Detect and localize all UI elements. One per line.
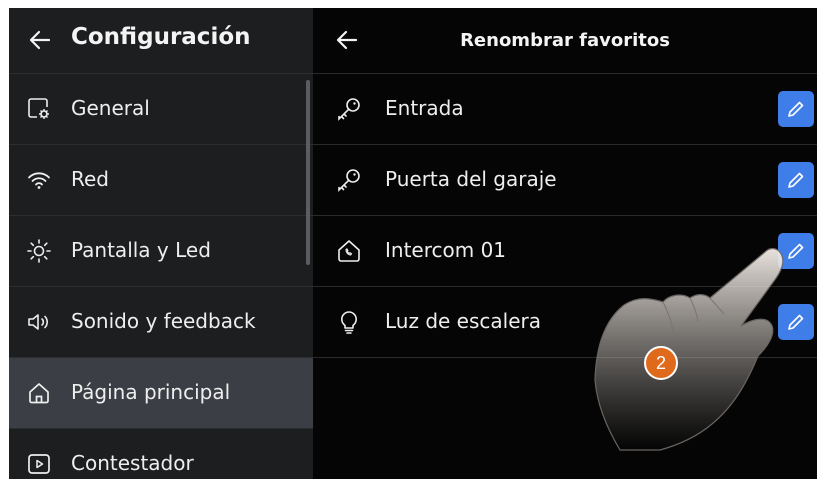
speaker-icon bbox=[28, 314, 48, 330]
menu-item-red[interactable]: Red bbox=[9, 145, 313, 216]
edit-button[interactable] bbox=[778, 233, 814, 269]
favorite-label: Entrada bbox=[385, 96, 464, 120]
wifi-icon bbox=[28, 172, 50, 189]
play-box-icon bbox=[28, 454, 50, 474]
favorite-item-garaje: Puerta del garaje bbox=[313, 145, 817, 216]
menu-item-sonido[interactable]: Sonido y feedback bbox=[9, 287, 313, 358]
rename-title: Renombrar favoritos bbox=[460, 30, 670, 51]
pencil-icon bbox=[788, 172, 804, 188]
menu-item-contestador[interactable]: Contestador bbox=[9, 429, 313, 479]
edit-button[interactable] bbox=[778, 91, 814, 127]
step-number-badge: 2 bbox=[644, 346, 678, 380]
lightbulb-icon bbox=[340, 311, 358, 334]
menu-item-pagina-principal[interactable]: Página principal bbox=[9, 358, 313, 429]
menu-item-general[interactable]: General bbox=[9, 74, 313, 145]
edit-button[interactable] bbox=[778, 162, 814, 198]
menu-item-pantalla[interactable]: Pantalla y Led bbox=[9, 216, 313, 287]
favorite-label: Intercom 01 bbox=[385, 238, 507, 262]
key-icon bbox=[338, 98, 360, 121]
sun-icon bbox=[27, 239, 51, 263]
rename-favorites-panel: Renombrar favoritos Entrada Puerta del g… bbox=[313, 8, 817, 479]
device-screen: Configuración General Red Pantalla y Led bbox=[9, 8, 817, 479]
favorite-label: Puerta del garaje bbox=[385, 167, 557, 191]
settings-menu: Configuración General Red Pantalla y Led bbox=[9, 8, 313, 479]
pencil-icon bbox=[788, 243, 804, 259]
intercom-icon bbox=[338, 240, 360, 262]
menu-scrollbar[interactable] bbox=[306, 80, 310, 265]
menu-item-label: Sonido y feedback bbox=[71, 309, 256, 333]
pencil-icon bbox=[788, 101, 804, 117]
menu-item-label: Pantalla y Led bbox=[71, 238, 211, 262]
menu-item-label: Contestador bbox=[71, 451, 194, 475]
favorite-item-intercom: Intercom 01 bbox=[313, 216, 817, 287]
menu-item-label: Página principal bbox=[71, 380, 231, 404]
favorite-item-luz: Luz de escalera bbox=[313, 287, 817, 358]
rename-header: Renombrar favoritos bbox=[313, 8, 817, 74]
key-icon bbox=[338, 169, 360, 192]
edit-button[interactable] bbox=[778, 304, 814, 340]
home-icon bbox=[29, 383, 49, 404]
settings-header: Configuración bbox=[9, 8, 313, 74]
menu-item-label: Red bbox=[71, 167, 109, 191]
menu-item-label: General bbox=[71, 96, 150, 120]
back-arrow-icon[interactable] bbox=[29, 29, 51, 51]
favorite-label: Luz de escalera bbox=[385, 309, 541, 333]
favorite-item-entrada: Entrada bbox=[313, 74, 817, 145]
settings-title: Configuración bbox=[71, 24, 251, 50]
gear-window-icon bbox=[28, 98, 49, 119]
pencil-icon bbox=[788, 314, 804, 330]
